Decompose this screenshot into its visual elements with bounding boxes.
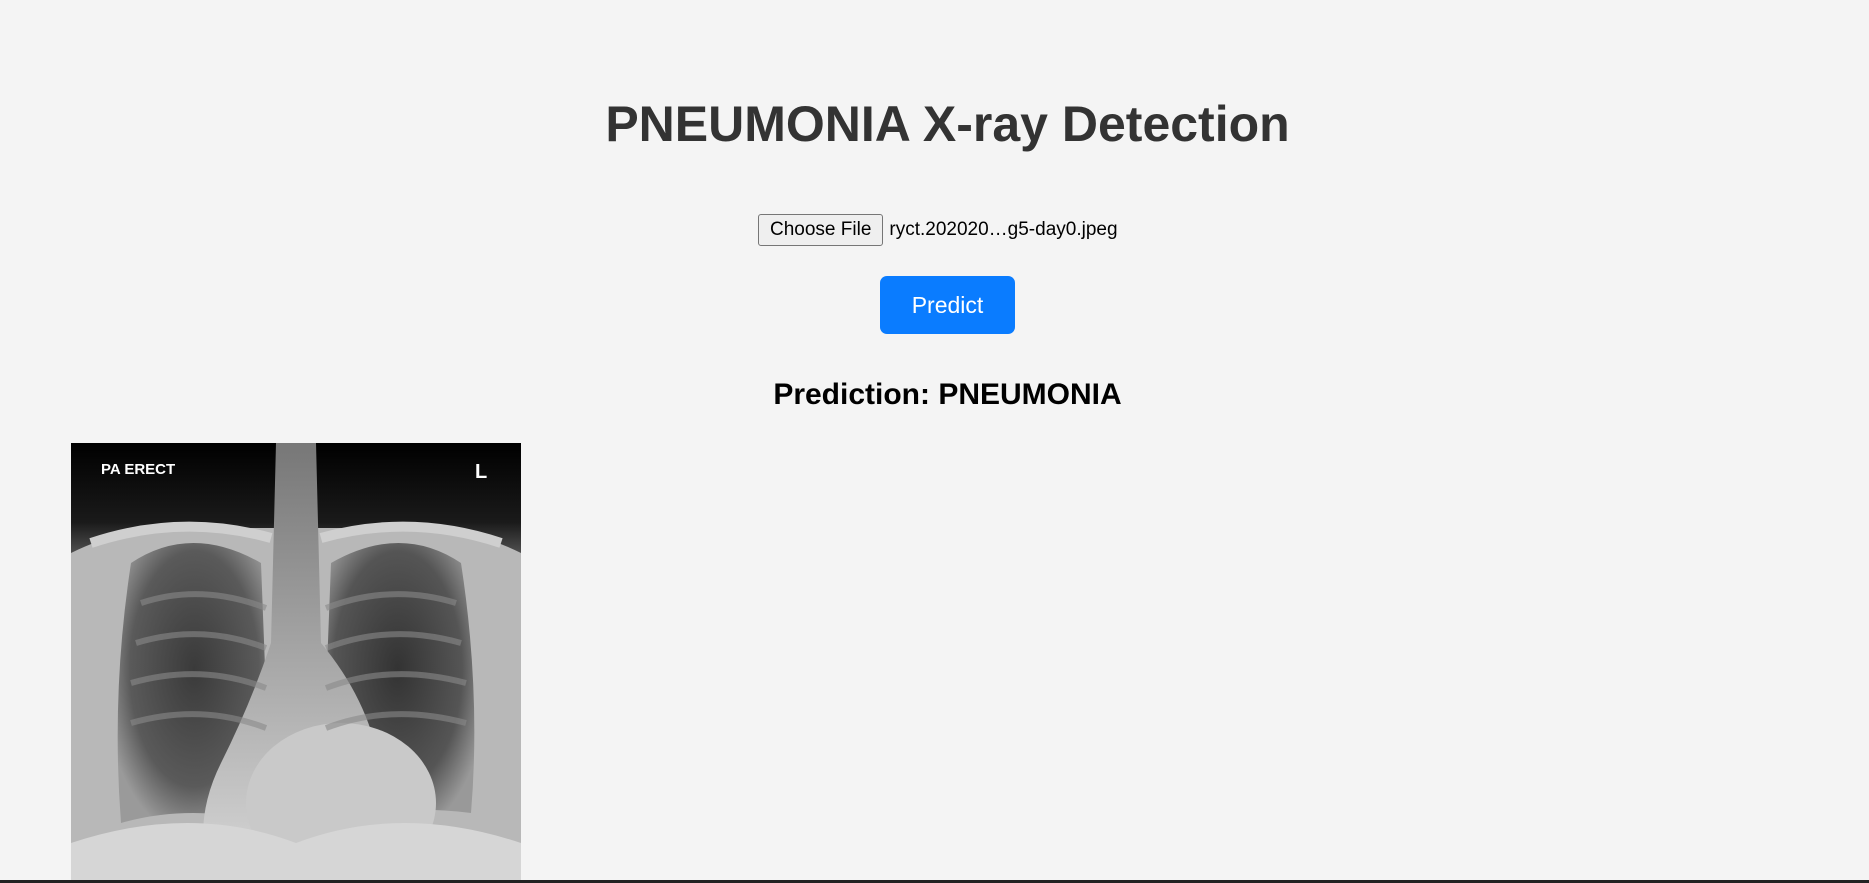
predict-button[interactable]: Predict xyxy=(880,276,1015,334)
page: PNEUMONIA X-ray Detection Choose File ry… xyxy=(0,0,1869,883)
file-upload: Choose File ryct.202020…g5-day0.jpeg xyxy=(758,214,1118,246)
choose-file-button[interactable]: Choose File xyxy=(758,214,884,246)
page-title: PNEUMONIA X-ray Detection xyxy=(605,96,1290,152)
prediction-result: Prediction: PNEUMONIA xyxy=(773,378,1122,411)
xray-side-marker: L xyxy=(475,461,487,483)
xray-view-label: PA ERECT xyxy=(101,461,175,478)
selected-file-name: ryct.202020…g5-day0.jpeg xyxy=(889,219,1118,240)
xray-image: PA ERECT L xyxy=(71,443,521,883)
